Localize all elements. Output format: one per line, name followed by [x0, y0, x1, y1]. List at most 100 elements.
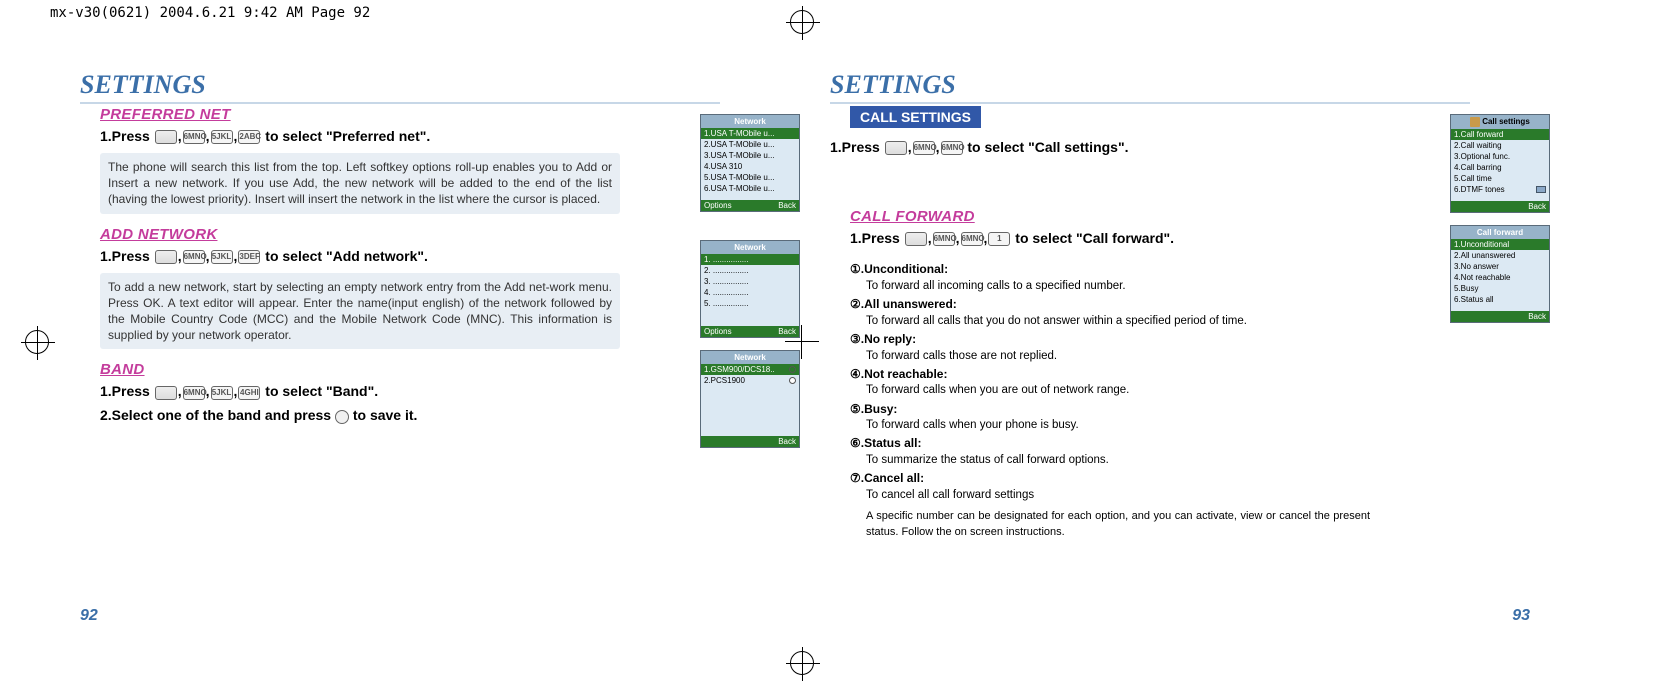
menu-key-icon — [155, 130, 177, 144]
option-description: To forward calls when you are out of net… — [850, 382, 1370, 398]
call-settings-step-1: 1.Press ,6MNO,6MNO to select "Call setti… — [830, 136, 1370, 158]
band-heading: BAND — [100, 361, 620, 378]
preferred-info-box: The phone will search this list from the… — [100, 153, 620, 214]
call-forward-option: ④.Not reachable:To forward calls when yo… — [850, 366, 1370, 399]
step-suffix: to select "Band". — [265, 383, 378, 399]
key-6: 6MNO — [183, 386, 205, 400]
left-page: SETTINGS PREFERRED NET 1.Press ,6MNO,5JK… — [80, 70, 780, 610]
option-label: ①.Unconditional: — [850, 261, 1370, 278]
settings-icon — [1470, 117, 1480, 127]
list-item: 1. ................ — [701, 254, 799, 265]
screen-call-settings: Call settings 1.Call forward 2.Call wait… — [1450, 114, 1550, 213]
menu-key-icon — [885, 141, 907, 155]
list-item: 1.Unconditional — [1451, 239, 1549, 250]
step-suffix: to select "Call settings". — [967, 139, 1128, 155]
option-description: To forward calls those are not replied. — [850, 348, 1370, 364]
registration-mark-bottom — [790, 651, 814, 675]
screen-title: Network — [701, 241, 799, 254]
left-content: PREFERRED NET 1.Press ,6MNO,5JKL,2ABC to… — [80, 106, 620, 426]
ok-key-icon — [335, 410, 349, 424]
key-5: 5JKL — [211, 386, 233, 400]
list-item: 3.Optional func. — [1451, 151, 1549, 162]
step-prefix: 1.Press — [100, 128, 150, 144]
option-label: ③.No reply: — [850, 331, 1370, 348]
sim-icon — [1536, 186, 1546, 193]
add-info-box: To add a new network, start by selecting… — [100, 273, 620, 350]
softkey-right: Back — [778, 437, 796, 446]
list-item: 2. ................ — [701, 265, 799, 276]
screen-title: Network — [701, 115, 799, 128]
list-item: 5. ................ — [701, 298, 799, 309]
radio-on-icon — [789, 366, 796, 373]
key-5: 5JKL — [211, 130, 233, 144]
list-item: 4.Call barring — [1451, 162, 1549, 173]
option-description: To forward all incoming calls to a speci… — [850, 278, 1370, 294]
option-label: ⑤.Busy: — [850, 401, 1370, 418]
call-forward-option: ⑤.Busy:To forward calls when your phone … — [850, 401, 1370, 434]
key-2: 2ABC — [238, 130, 260, 144]
step-suffix: to select "Call forward". — [1015, 230, 1174, 246]
preferred-net-heading: PREFERRED NET — [100, 106, 620, 123]
list-item: 6.DTMF tones — [1451, 184, 1549, 195]
option-description: To forward all calls that you do not ans… — [850, 313, 1370, 329]
option-label: ②.All unanswered: — [850, 296, 1370, 313]
list-item: 1.GSM900/DCS18.. — [701, 364, 799, 375]
key-3: 3DEF — [238, 250, 260, 264]
screen-band: Network 1.GSM900/DCS18.. 2.PCS1900 Back — [700, 350, 800, 448]
step-prefix: 1.Press — [850, 230, 900, 246]
list-item: 5.Busy — [1451, 283, 1549, 294]
list-item: 3.No answer — [1451, 261, 1549, 272]
right-page: SETTINGS CALL SETTINGS 1.Press ,6MNO,6MN… — [830, 70, 1530, 610]
option-label: ⑥.Status all: — [850, 435, 1370, 452]
key-5: 5JKL — [211, 250, 233, 264]
option-description: To forward calls when your phone is busy… — [850, 417, 1370, 433]
page-number-left: 92 — [80, 607, 98, 625]
item-text: 1.GSM900/DCS18.. — [704, 365, 775, 374]
list-item: 2.Call waiting — [1451, 140, 1549, 151]
page-title: SETTINGS — [830, 70, 1470, 104]
call-forward-footnote: A specific number can be designated for … — [850, 509, 1370, 540]
call-forward-option: ①.Unconditional:To forward all incoming … — [850, 261, 1370, 294]
right-content: CALL SETTINGS 1.Press ,6MNO,6MNO to sele… — [830, 106, 1370, 540]
call-forward-heading: CALL FORWARD — [850, 208, 1370, 225]
step-prefix: 1.Press — [100, 383, 150, 399]
softkey-left: Options — [704, 201, 732, 210]
softkey-right: Back — [1528, 312, 1546, 321]
call-forward-step-1: 1.Press ,6MNO,6MNO,1 to select "Call for… — [850, 227, 1370, 249]
list-item: 2.USA T-MObile u... — [701, 139, 799, 150]
softkey-right: Back — [1528, 202, 1546, 211]
step-suffix: to select "Add network". — [265, 248, 428, 264]
add-step-1: 1.Press ,6MNO,5JKL,3DEF to select "Add n… — [100, 245, 620, 267]
menu-key-icon — [155, 386, 177, 400]
screen-title: Network — [701, 351, 799, 364]
key-6: 6MNO — [183, 250, 205, 264]
item-text: 2.PCS1900 — [704, 376, 745, 385]
list-item: 5.Call time — [1451, 173, 1549, 184]
softkey-right: Back — [778, 201, 796, 210]
screen-title: Call forward — [1451, 226, 1549, 239]
list-item: 3. ................ — [701, 276, 799, 287]
call-forward-option: ⑥.Status all:To summarize the status of … — [850, 435, 1370, 468]
option-description: To summarize the status of call forward … — [850, 452, 1370, 468]
list-item: 1.Call forward — [1451, 129, 1549, 140]
list-item: 6.Status all — [1451, 294, 1549, 305]
key-4: 4GHI — [238, 386, 260, 400]
key-6: 6MNO — [913, 141, 935, 155]
key-1: 1 — [988, 232, 1010, 246]
list-item: 4. ................ — [701, 287, 799, 298]
key-6: 6MNO — [961, 232, 983, 246]
list-item: 3.USA T-MObile u... — [701, 150, 799, 161]
call-settings-tab: CALL SETTINGS — [850, 106, 981, 128]
item-text: 6.DTMF tones — [1454, 185, 1505, 194]
softkey-left: Options — [704, 327, 732, 336]
menu-key-icon — [155, 250, 177, 264]
menu-key-icon — [905, 232, 927, 246]
list-item: 2.PCS1900 — [701, 375, 799, 386]
list-item: 1.USA T-MObile u... — [701, 128, 799, 139]
title-text: Call settings — [1482, 117, 1530, 126]
page-title: SETTINGS — [80, 70, 720, 104]
phone-screens-left: Network 1.USA T-MObile u... 2.USA T-MObi… — [700, 114, 810, 460]
screen-preferred-net: Network 1.USA T-MObile u... 2.USA T-MObi… — [700, 114, 800, 212]
registration-mark-top — [790, 10, 814, 34]
band-step-2: 2.Select one of the band and press to sa… — [100, 404, 620, 426]
